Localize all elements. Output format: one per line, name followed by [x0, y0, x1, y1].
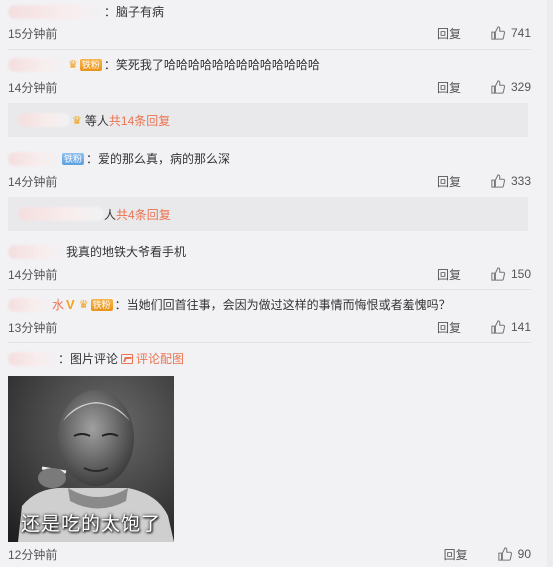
crown-icon: ♛ [78, 299, 89, 311]
like-button[interactable]: 141 [491, 320, 531, 334]
sub-replies-suffix: 等人 [84, 113, 109, 128]
comment-text: ：爱的那么真，病的那么深 [86, 152, 231, 166]
fan-badge: 铁粉 [90, 299, 113, 311]
sub-replies-link[interactable]: 共4条回复 [116, 206, 171, 223]
reply-button[interactable]: 回复 [437, 173, 461, 190]
thumbs-up-icon [491, 26, 505, 40]
view-image-link[interactable]: 评论配图 [136, 350, 184, 368]
divider [8, 289, 531, 290]
crown-icon: ♛ [68, 59, 78, 71]
thumbs-up-icon [491, 320, 505, 334]
thumbs-up-icon [491, 80, 505, 94]
thumbs-up-icon [491, 174, 505, 188]
comment-4-meta: 14分钟前 回复 150 [8, 265, 531, 283]
like-button[interactable]: 90 [497, 547, 531, 561]
like-count: 141 [510, 320, 531, 334]
sub-replies-suffix: 人 [104, 207, 117, 222]
comment-6-meta: 12分钟前 回复 90 [8, 545, 531, 563]
fan-badge: 铁粉 [62, 153, 85, 165]
comment-6-body: ：图片评论 评论配图 [8, 350, 184, 368]
timestamp: 14分钟前 [8, 174, 58, 189]
reply-button[interactable]: 回复 [444, 546, 468, 563]
comment-1-body: ：脑子有病 [8, 3, 164, 21]
like-count: 333 [510, 174, 531, 188]
comment-4-body: 我真的地铁大爷看手机 [8, 243, 186, 261]
comment-text: ：图片评论 [58, 352, 119, 366]
like-count: 90 [517, 547, 531, 561]
reply-button[interactable]: 回复 [437, 79, 461, 96]
reply-button[interactable]: 回复 [437, 266, 461, 283]
comment-1-meta: 15分钟前 回复 741 [8, 24, 531, 42]
image-icon [121, 354, 134, 364]
verified-v-icon: V [66, 297, 75, 312]
comment-text: 我真的地铁大爷看手机 [66, 245, 187, 259]
thumbs-up-icon [497, 547, 512, 561]
timestamp: 13分钟前 [8, 320, 58, 335]
username-blurred [18, 113, 70, 127]
reply-button[interactable]: 回复 [437, 319, 461, 336]
username-blurred[interactable] [8, 5, 104, 19]
like-button[interactable]: 329 [491, 80, 531, 94]
comment-image[interactable]: 还是吃的太饱了 [8, 376, 174, 542]
timestamp: 14分钟前 [8, 80, 58, 95]
image-caption: 还是吃的太饱了 [20, 514, 161, 535]
like-count: 741 [510, 26, 531, 40]
sub-replies-box[interactable]: ♛ 等人 共14条回复 [8, 103, 528, 137]
comment-5-body: 水 V ♛ 铁粉 ：当她们回首往事，会因为做过这样的事情而悔恨或者羞愧吗？ [8, 296, 451, 314]
username-blurred[interactable] [8, 58, 66, 72]
divider [8, 49, 531, 50]
thumbs-up-icon [491, 267, 505, 281]
comment-text: ：脑子有病 [104, 5, 165, 19]
comment-text: ：当她们回首往事，会因为做过这样的事情而悔恨或者羞愧吗？ [114, 298, 451, 312]
like-count: 150 [510, 267, 531, 281]
comment-text: ：笑死我了哈哈哈哈哈哈哈哈哈哈哈哈哈 [103, 58, 320, 72]
comment-3-meta: 14分钟前 回复 333 [8, 172, 531, 190]
like-button[interactable]: 333 [491, 174, 531, 188]
sub-replies-box[interactable]: 人 共4条回复 [8, 197, 528, 231]
username-blurred[interactable] [8, 152, 60, 166]
username-blurred[interactable] [8, 298, 52, 312]
timestamp: 14分钟前 [8, 267, 58, 282]
username-blurred[interactable] [8, 352, 58, 366]
comment-2-body: ♛ 铁粉 ：笑死我了哈哈哈哈哈哈哈哈哈哈哈哈哈 [8, 56, 320, 74]
like-count: 329 [510, 80, 531, 94]
scrollbar[interactable] [547, 0, 553, 567]
username-tail[interactable]: 水 [52, 296, 64, 314]
comment-3-body: 铁粉 ：爱的那么真，病的那么深 [8, 150, 230, 168]
like-button[interactable]: 741 [491, 26, 531, 40]
username-blurred [18, 207, 104, 221]
fan-badge: 铁粉 [79, 59, 102, 71]
username-blurred[interactable] [8, 245, 66, 259]
comment-5-meta: 13分钟前 回复 141 [8, 318, 531, 336]
timestamp: 15分钟前 [8, 26, 58, 41]
like-button[interactable]: 150 [491, 267, 531, 281]
reply-button[interactable]: 回复 [437, 25, 461, 42]
divider [8, 342, 531, 343]
comment-2-meta: 14分钟前 回复 329 [8, 78, 531, 96]
crown-icon: ♛ [72, 114, 82, 127]
sub-replies-link[interactable]: 共14条回复 [109, 112, 170, 129]
timestamp: 12分钟前 [8, 547, 58, 562]
